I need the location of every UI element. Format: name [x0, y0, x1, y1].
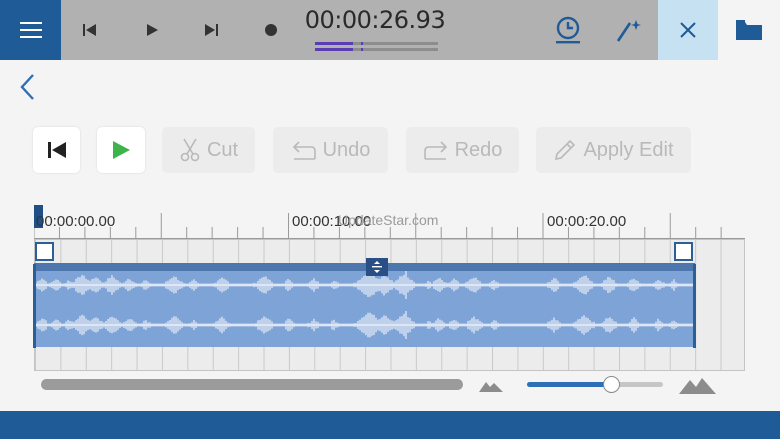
waveform [34, 271, 695, 339]
watermark: UpdateStar.com [338, 212, 439, 228]
cut-button[interactable]: Cut [162, 127, 255, 173]
menu-button[interactable] [0, 0, 61, 60]
folder-icon [736, 20, 762, 40]
folder-button[interactable] [718, 0, 780, 60]
transport-bar: 00:00:26.93 [0, 0, 780, 60]
level-meter-left-peak [361, 42, 363, 45]
cut-label: Cut [206, 138, 239, 161]
horizontal-scrollbar[interactable] [41, 379, 463, 390]
level-meter-right-fill [315, 48, 354, 51]
time-label-20: 00:00:20.00 [547, 213, 627, 230]
effects-button[interactable] [610, 12, 646, 48]
go-to-start-button[interactable] [33, 127, 80, 173]
level-meter-right [315, 48, 438, 51]
play-button[interactable] [134, 14, 170, 46]
skip-back-icon [47, 142, 66, 158]
play-icon [146, 24, 158, 36]
record-button[interactable] [253, 14, 289, 46]
timer-icon [556, 16, 580, 44]
selection-start-edge[interactable] [33, 264, 36, 348]
mountain-icon [479, 382, 503, 392]
mountain-icon [679, 378, 716, 394]
redo-label: Redo [454, 138, 503, 161]
preview-play-button[interactable] [97, 127, 145, 173]
menu-icon [19, 22, 42, 38]
apply-edit-button[interactable]: Apply Edit [536, 127, 691, 173]
zoom-slider[interactable] [527, 382, 663, 387]
zoom-slider-thumb[interactable] [603, 376, 621, 393]
level-meter-left-fill [315, 42, 354, 45]
skip-forward-icon [205, 24, 218, 36]
record-icon [265, 24, 277, 36]
timecode-display: 00:00:26.93 [304, 6, 446, 34]
level-meter-right-peak [361, 48, 363, 51]
scissors-icon [180, 138, 200, 162]
pencil-icon [555, 139, 576, 161]
back-button[interactable] [12, 70, 42, 104]
selection-start-handle[interactable] [35, 242, 54, 261]
play-icon [113, 141, 130, 159]
close-button[interactable] [658, 0, 718, 60]
magic-wand-icon [616, 20, 641, 42]
skip-back-button[interactable] [72, 14, 108, 46]
bottom-bar [0, 411, 780, 439]
back-chevron-icon [20, 74, 34, 100]
level-meter-left [315, 42, 438, 45]
skip-forward-button[interactable] [193, 14, 229, 46]
zoom-slider-fill [527, 382, 612, 387]
track-height-handle[interactable] [366, 258, 388, 276]
close-icon [680, 22, 696, 38]
skip-back-icon [83, 24, 96, 36]
undo-label: Undo [322, 138, 371, 161]
selection-end-edge[interactable] [693, 264, 696, 348]
redo-button[interactable]: Redo [406, 127, 519, 173]
selection-end-handle[interactable] [674, 242, 693, 261]
resize-vertical-icon [372, 261, 382, 273]
apply-edit-label: Apply Edit [583, 138, 674, 161]
time-label-0: 00:00:00.00 [36, 213, 116, 230]
undo-button[interactable]: Undo [273, 127, 388, 173]
timer-button[interactable] [549, 12, 587, 48]
redo-icon [423, 141, 447, 160]
undo-icon [292, 141, 316, 160]
